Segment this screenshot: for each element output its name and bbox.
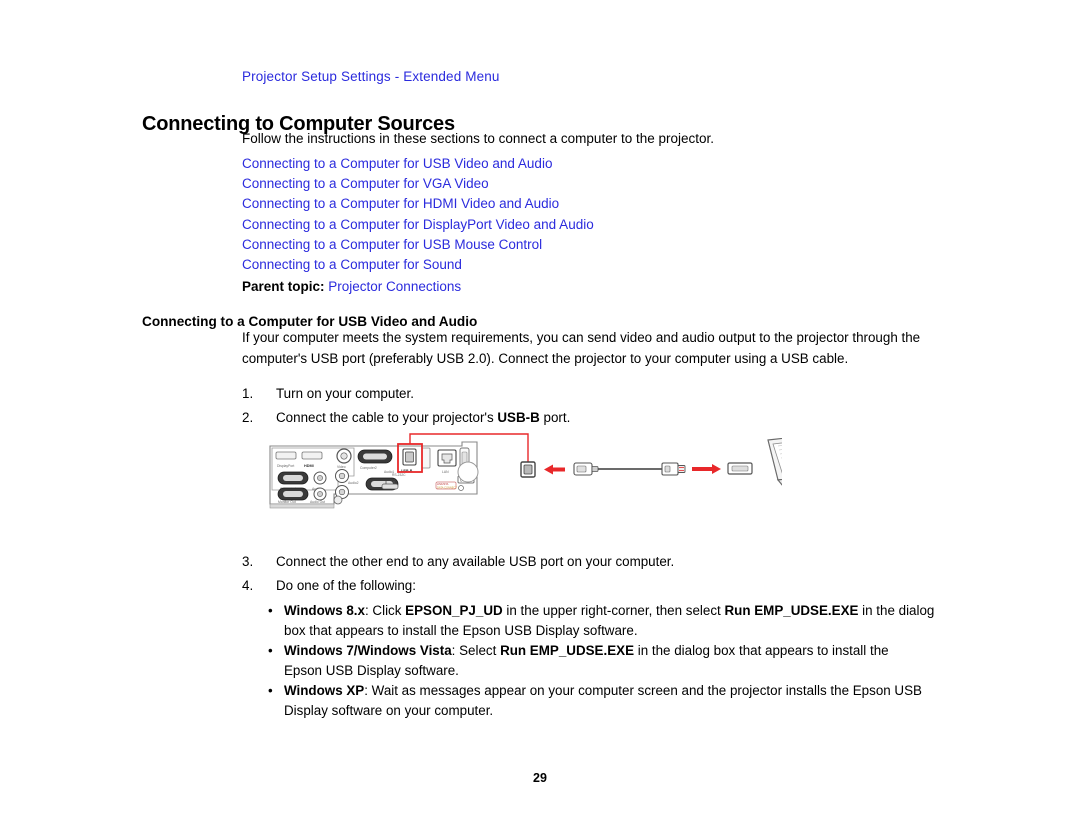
step-text: Do one of the following: (276, 576, 862, 597)
bullet-item-windows-8: • Windows 8.x: Click EPSON_PJ_UD in the … (268, 601, 940, 642)
arrow-to-projector-icon (544, 464, 565, 475)
step-text-plain: Turn on your computer. (276, 386, 414, 401)
bullet-marker: • (268, 683, 273, 698)
step-text: Connect the other end to any available U… (276, 552, 862, 573)
step-text: Turn on your computer. (276, 384, 862, 405)
label-rs232c: RS-232C (392, 473, 406, 477)
step-number: 3. (242, 554, 254, 569)
svg-text:DATA CONNECT: DATA CONNECT (437, 485, 457, 489)
step-item-2: 2. Connect the cable to your projector's… (242, 408, 862, 429)
laptop-icon (767, 437, 782, 486)
page-number: 29 (533, 771, 547, 785)
step-text-tail: port. (539, 410, 571, 425)
usb-cable (573, 462, 686, 476)
label-computer2: Computer2 (360, 466, 377, 470)
toc-link-sound[interactable]: Connecting to a Computer for Sound (242, 255, 942, 275)
step-text: Connect the cable to your projector's US… (276, 408, 862, 429)
label-hdmi: HDMI (304, 464, 314, 468)
bullet-os-name: Windows 7/Windows Vista (284, 643, 452, 658)
label-video: Video (337, 465, 346, 469)
bullet-item-windows-xp: • Windows XP: Wait as messages appear on… (268, 681, 928, 722)
step-number: 2. (242, 410, 254, 425)
port-lan (437, 449, 457, 467)
usb-b-connector-icon (573, 462, 599, 476)
step-number: 1. (242, 386, 254, 401)
toc-link-usb-mouse-control[interactable]: Connecting to a Computer for USB Mouse C… (242, 235, 942, 255)
bullet-text-mid1: : Wait as messages appear on your comput… (284, 683, 922, 719)
toc-link-usb-video-audio[interactable]: Connecting to a Computer for USB Video a… (242, 154, 942, 174)
step-number: 4. (242, 578, 254, 593)
usb-b-port-enlarged (520, 461, 536, 478)
label-audio2: Audio2 (348, 481, 359, 485)
port-computer2 (357, 449, 393, 464)
bullet-text: Windows 8.x: Click EPSON_PJ_UD in the up… (284, 601, 940, 642)
computer-usb-port-icon (727, 462, 753, 475)
parent-topic-link[interactable]: Projector Connections (328, 279, 461, 294)
step-text-plain: Connect the cable to your projector's (276, 410, 498, 425)
panel-slot (421, 447, 431, 469)
bullet-text-mid2: in the upper right-corner, then select (502, 603, 725, 618)
projector-rear-panel: DisplayPort HDMI Computer1 Monitor Out A… (269, 441, 479, 509)
port-computer1 (277, 471, 309, 485)
section-paragraph: If your computer meets the system requir… (242, 330, 921, 366)
label-lan: LAN (442, 470, 449, 474)
parent-topic: Parent topic: Projector Connections (242, 279, 461, 294)
step-text-plain: Connect the other end to any available U… (276, 554, 675, 569)
step-item-3: 3. Connect the other end to any availabl… (242, 552, 862, 573)
step-item-4: 4. Do one of the following: (242, 576, 862, 597)
bullet-emphasis-1: Run EMP_UDSE.EXE (500, 643, 634, 658)
toc-link-hdmi-video-audio[interactable]: Connecting to a Computer for HDMI Video … (242, 194, 942, 214)
breadcrumb-link[interactable]: Projector Setup Settings - Extended Menu (242, 69, 500, 84)
step-text-plain: Do one of the following: (276, 578, 416, 593)
bullet-text: Windows XP: Wait as messages appear on y… (284, 681, 928, 722)
indicator-dot (458, 485, 464, 491)
label-monitor-out: Monitor Out (278, 500, 296, 504)
port-hdmi (301, 451, 323, 460)
port-usb-b (402, 448, 417, 466)
bullet-emphasis-1: EPSON_PJ_UD (405, 603, 503, 618)
bullet-item-windows-7-vista: • Windows 7/Windows Vista: Select Run EM… (268, 641, 928, 682)
bullet-text: Windows 7/Windows Vista: Select Run EMP_… (284, 641, 928, 682)
panel-base (269, 503, 335, 509)
step-text-bold: USB-B (497, 410, 540, 425)
arrow-to-computer-icon (692, 464, 721, 474)
toc-link-vga-video[interactable]: Connecting to a Computer for VGA Video (242, 174, 942, 194)
parent-topic-label: Parent topic: (242, 279, 325, 294)
bullet-marker: • (268, 603, 273, 618)
bullet-text-mid1: : Select (451, 643, 501, 658)
panel-knob (457, 461, 479, 483)
label-displayport: DisplayPort (277, 464, 294, 468)
bullet-emphasis-2: Run EMP_UDSE.EXE (724, 603, 859, 618)
label-audio-out: Audio Out (310, 500, 325, 504)
connection-diagram-svg: DisplayPort HDMI Computer1 Monitor Out A… (269, 433, 782, 509)
document-page: Projector Setup Settings - Extended Menu… (0, 0, 1080, 834)
port-extra-jack (333, 495, 343, 505)
projector-usb-connection-figure: DisplayPort HDMI Computer1 Monitor Out A… (262, 432, 782, 527)
bullet-marker: • (268, 643, 273, 658)
step-item-1: 1. Turn on your computer. (242, 384, 862, 405)
port-displayport (275, 451, 297, 460)
bullet-os-name: Windows 8.x (284, 603, 365, 618)
intro-paragraph: Follow the instructions in these section… (242, 131, 714, 146)
topic-link-list: Connecting to a Computer for USB Video a… (242, 154, 942, 275)
bullet-os-name: Windows XP (284, 683, 365, 698)
toc-link-displayport-video-audio[interactable]: Connecting to a Computer for DisplayPort… (242, 215, 942, 235)
usb-a-connector-icon (661, 462, 686, 476)
port-monitor-out (277, 487, 309, 501)
bullet-text-mid1: : Click (364, 603, 406, 618)
